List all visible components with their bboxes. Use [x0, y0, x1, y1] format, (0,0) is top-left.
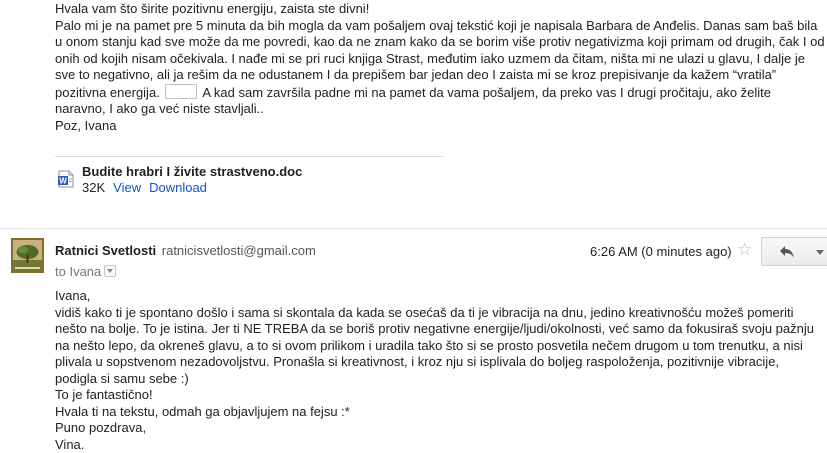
attachment-separator: [55, 156, 444, 157]
avatar[interactable]: [11, 238, 44, 273]
attachment-view-link[interactable]: View: [113, 180, 141, 195]
message-divider: [0, 228, 827, 229]
message-paragraph: vidiš kako ti je spontano došlo i sama s…: [55, 305, 815, 388]
star-icon[interactable]: ☆: [737, 240, 752, 260]
salutation: Ivana,: [55, 288, 815, 305]
attachment-filename: Budite hrabri I živite strastveno.doc: [82, 164, 302, 179]
closing-line: Puno pozdrava,: [55, 420, 815, 437]
recipient-line: to Ivana: [55, 264, 116, 279]
inline-image-placeholder: [165, 84, 197, 99]
sender: Ratnici Svetlosti ratnicisvetlosti@gmail…: [55, 243, 316, 258]
attachment-download-link[interactable]: Download: [149, 180, 207, 195]
message-paragraph: Palo mi je na pamet pre 5 minuta da bih …: [55, 18, 825, 118]
reply-button[interactable]: [761, 237, 811, 266]
message-time: 6:26 AM (0 minutes ago): [590, 244, 732, 259]
message-1-body: Hvala vam što širite pozitivnu energiju,…: [55, 1, 825, 134]
attachment-size: 32K: [82, 180, 105, 195]
message-line: To je fantastično!: [55, 387, 815, 404]
recipient-text: to Ivana: [55, 264, 101, 279]
svg-text:W: W: [59, 177, 67, 186]
word-document-icon[interactable]: W: [58, 170, 74, 188]
reply-arrow-icon: [779, 245, 795, 259]
show-details-dropdown-icon[interactable]: [104, 265, 116, 277]
sender-email: ratnicisvetlosti@gmail.com: [162, 243, 316, 258]
signoff: Poz, Ivana: [55, 118, 825, 135]
greeting-line: Hvala vam što širite pozitivnu energiju,…: [55, 1, 825, 18]
sender-name[interactable]: Ratnici Svetlosti: [55, 243, 156, 258]
signature: Vina.: [55, 437, 815, 453]
message-paragraph-continued: A kad sam završila padne mi na pamet da …: [55, 85, 771, 117]
more-options-button[interactable]: [810, 237, 827, 266]
message-line: Hvala ti na tekstu, odmah ga objavljujem…: [55, 404, 815, 421]
message-2-body: Ivana, vidiš kako ti je spontano došlo i…: [55, 288, 815, 453]
attachment-meta: 32K View Download: [82, 180, 207, 195]
